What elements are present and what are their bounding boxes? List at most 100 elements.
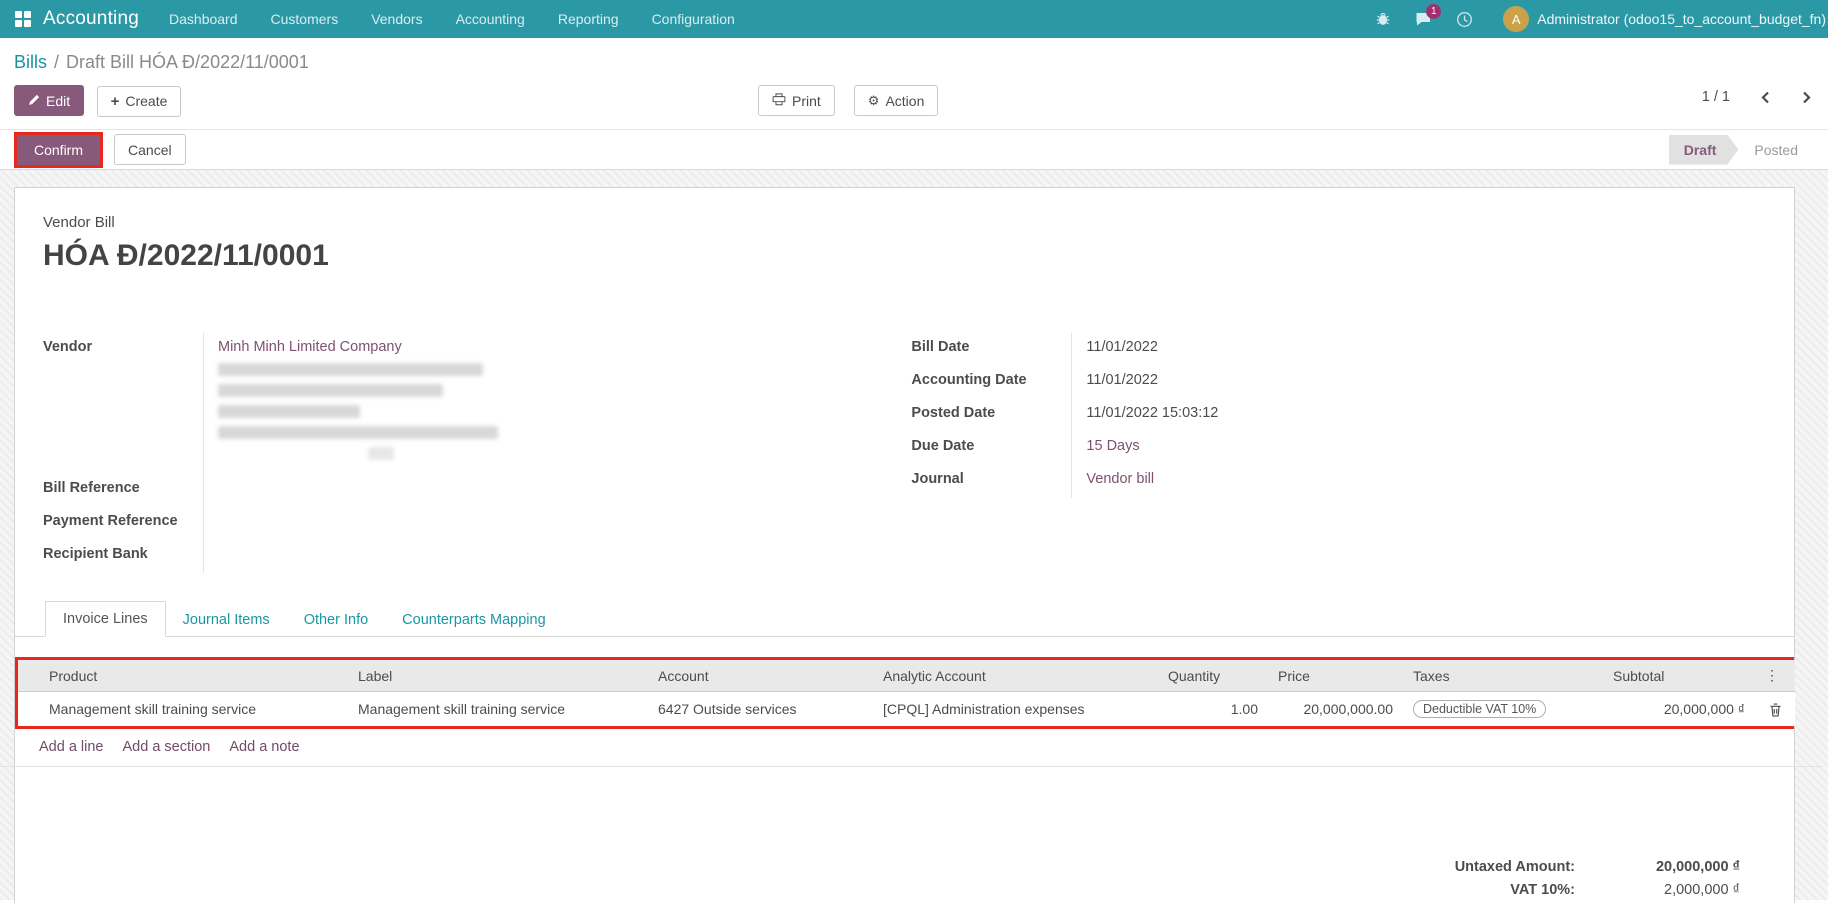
vendor-label: Vendor [43, 333, 203, 474]
payment-reference-field[interactable] [203, 507, 818, 540]
menu-reporting[interactable]: Reporting [558, 1, 619, 37]
pencil-icon [28, 93, 40, 109]
state-posted[interactable]: Posted [1738, 135, 1814, 165]
redacted-address-line [218, 405, 360, 418]
control-panel: Bills / Draft Bill HÓA Đ/2022/11/0001 Edit… [0, 38, 1828, 119]
redacted-address-line [368, 447, 394, 460]
edit-button[interactable]: Edit [14, 85, 84, 116]
cell-analytic-account[interactable]: [CPQL] Administration expenses [873, 692, 1158, 727]
untaxed-amount-label: Untaxed Amount: [1455, 859, 1575, 875]
recipient-bank-label: Recipient Bank [43, 540, 203, 573]
bill-reference-label: Bill Reference [43, 474, 203, 507]
invoice-lines-table: Product Label Account Analytic Account Q… [18, 660, 1795, 726]
cell-price[interactable]: 20,000,000.00 [1268, 692, 1403, 727]
tab-counterparts-mapping[interactable]: Counterparts Mapping [385, 603, 562, 637]
cancel-button[interactable]: Cancel [114, 134, 186, 165]
menu-accounting[interactable]: Accounting [456, 1, 525, 37]
col-account[interactable]: Account [648, 660, 873, 692]
state-draft[interactable]: Draft [1669, 135, 1739, 165]
breadcrumb-separator: / [54, 52, 59, 72]
debug-bug-icon[interactable] [1375, 11, 1391, 27]
redacted-address-line [218, 426, 498, 439]
plus-icon: + [111, 93, 120, 110]
tab-journal-items[interactable]: Journal Items [166, 603, 287, 637]
add-a-line-link[interactable]: Add a line [39, 739, 104, 755]
apps-grid-icon[interactable] [15, 11, 31, 27]
confirm-button[interactable]: Confirm [17, 135, 100, 165]
cell-delete [1755, 692, 1795, 727]
add-a-section-link[interactable]: Add a section [123, 739, 211, 755]
col-analytic-account[interactable]: Analytic Account [873, 660, 1158, 692]
tab-other-info[interactable]: Other Info [287, 603, 385, 637]
vat-label: VAT 10%: [1510, 882, 1575, 898]
printer-icon [772, 93, 786, 109]
redacted-address-line [218, 363, 483, 376]
trash-icon[interactable] [1769, 703, 1782, 717]
col-product[interactable]: Product [18, 660, 348, 692]
print-button[interactable]: Print [758, 85, 835, 116]
form-view-background: Vendor Bill HÓA Đ/2022/11/0001 Vendor Mi… [0, 170, 1828, 900]
column-options-icon[interactable]: ⋮ [1755, 660, 1795, 692]
pager: 1 / 1 [1702, 89, 1812, 105]
payment-reference-label: Payment Reference [43, 507, 203, 540]
table-annotation-highlight: Product Label Account Analytic Account Q… [15, 657, 1794, 729]
user-avatar: A [1503, 6, 1529, 32]
cell-quantity[interactable]: 1.00 [1158, 692, 1268, 727]
invoice-totals: Untaxed Amount: 20,000,000 ₫ VAT 10%: 2,… [43, 859, 1766, 903]
menu-vendors[interactable]: Vendors [371, 1, 422, 37]
pager-next-icon[interactable] [1801, 90, 1812, 105]
cell-product[interactable]: Management skill training service [18, 692, 348, 727]
messages-count-badge: 1 [1426, 4, 1441, 19]
due-date-value[interactable]: 15 Days [1071, 432, 1766, 465]
vendor-field: Minh Minh Limited Company [203, 333, 818, 474]
pager-previous-icon[interactable] [1760, 90, 1771, 105]
gear-icon: ⚙ [868, 93, 880, 109]
form-sheet: Vendor Bill HÓA Đ/2022/11/0001 Vendor Mi… [14, 187, 1795, 903]
invoice-line-row[interactable]: Management skill training service Manage… [18, 692, 1795, 727]
accounting-date-value[interactable]: 11/01/2022 [1071, 366, 1766, 399]
cell-label[interactable]: Management skill training service [348, 692, 648, 727]
tab-invoice-lines[interactable]: Invoice Lines [45, 601, 166, 637]
menu-customers[interactable]: Customers [271, 1, 339, 37]
user-menu[interactable]: A Administrator (odoo15_to_account_budge… [1503, 6, 1826, 32]
menu-dashboard[interactable]: Dashboard [169, 1, 238, 37]
vat-value: 2,000,000 ₫ [1575, 882, 1740, 898]
menu-configuration[interactable]: Configuration [652, 1, 735, 37]
col-label[interactable]: Label [348, 660, 648, 692]
col-subtotal[interactable]: Subtotal [1603, 660, 1755, 692]
app-brand[interactable]: Accounting [43, 8, 139, 30]
breadcrumb-bills-link[interactable]: Bills [14, 52, 47, 72]
pager-counter: 1 / 1 [1702, 89, 1730, 105]
cell-subtotal: 20,000,000 ₫ [1603, 692, 1755, 727]
cell-taxes: Deductible VAT 10% [1403, 692, 1603, 727]
bill-date-value[interactable]: 11/01/2022 [1071, 333, 1766, 366]
redacted-address-line [218, 384, 443, 397]
list-add-links: Add a line Add a section Add a note [0, 729, 1822, 767]
bill-reference-field[interactable] [203, 474, 818, 507]
untaxed-amount-value: 20,000,000 ₫ [1575, 859, 1740, 875]
breadcrumb-current: Draft Bill HÓA Đ/2022/11/0001 [66, 52, 309, 72]
table-header-row: Product Label Account Analytic Account Q… [18, 660, 1795, 692]
col-taxes[interactable]: Taxes [1403, 660, 1603, 692]
vendor-link[interactable]: Minh Minh Limited Company [218, 339, 402, 355]
confirm-annotation-highlight: Confirm [14, 132, 103, 168]
messages-icon[interactable]: 1 [1415, 11, 1432, 27]
cell-account[interactable]: 6427 Outside services [648, 692, 873, 727]
tax-badge[interactable]: Deductible VAT 10% [1413, 700, 1546, 718]
col-quantity[interactable]: Quantity [1158, 660, 1268, 692]
action-button[interactable]: ⚙ Action [854, 85, 939, 116]
state-pipeline: Draft Posted [1669, 135, 1814, 165]
form-statusbar: Confirm Cancel Draft Posted [0, 129, 1828, 170]
bill-date-label: Bill Date [911, 333, 1071, 366]
create-button[interactable]: + Create [97, 86, 182, 117]
journal-value[interactable]: Vendor bill [1071, 465, 1766, 498]
posted-date-label: Posted Date [911, 399, 1071, 432]
col-price[interactable]: Price [1268, 660, 1403, 692]
recipient-bank-field[interactable] [203, 540, 818, 573]
due-date-label: Due Date [911, 432, 1071, 465]
posted-date-value[interactable]: 11/01/2022 15:03:12 [1071, 399, 1766, 432]
add-a-note-link[interactable]: Add a note [229, 739, 299, 755]
notebook-tabs: Invoice Lines Journal Items Other Info C… [15, 601, 1794, 637]
document-title: HÓA Đ/2022/11/0001 [43, 239, 1766, 273]
activities-clock-icon[interactable] [1456, 11, 1473, 28]
